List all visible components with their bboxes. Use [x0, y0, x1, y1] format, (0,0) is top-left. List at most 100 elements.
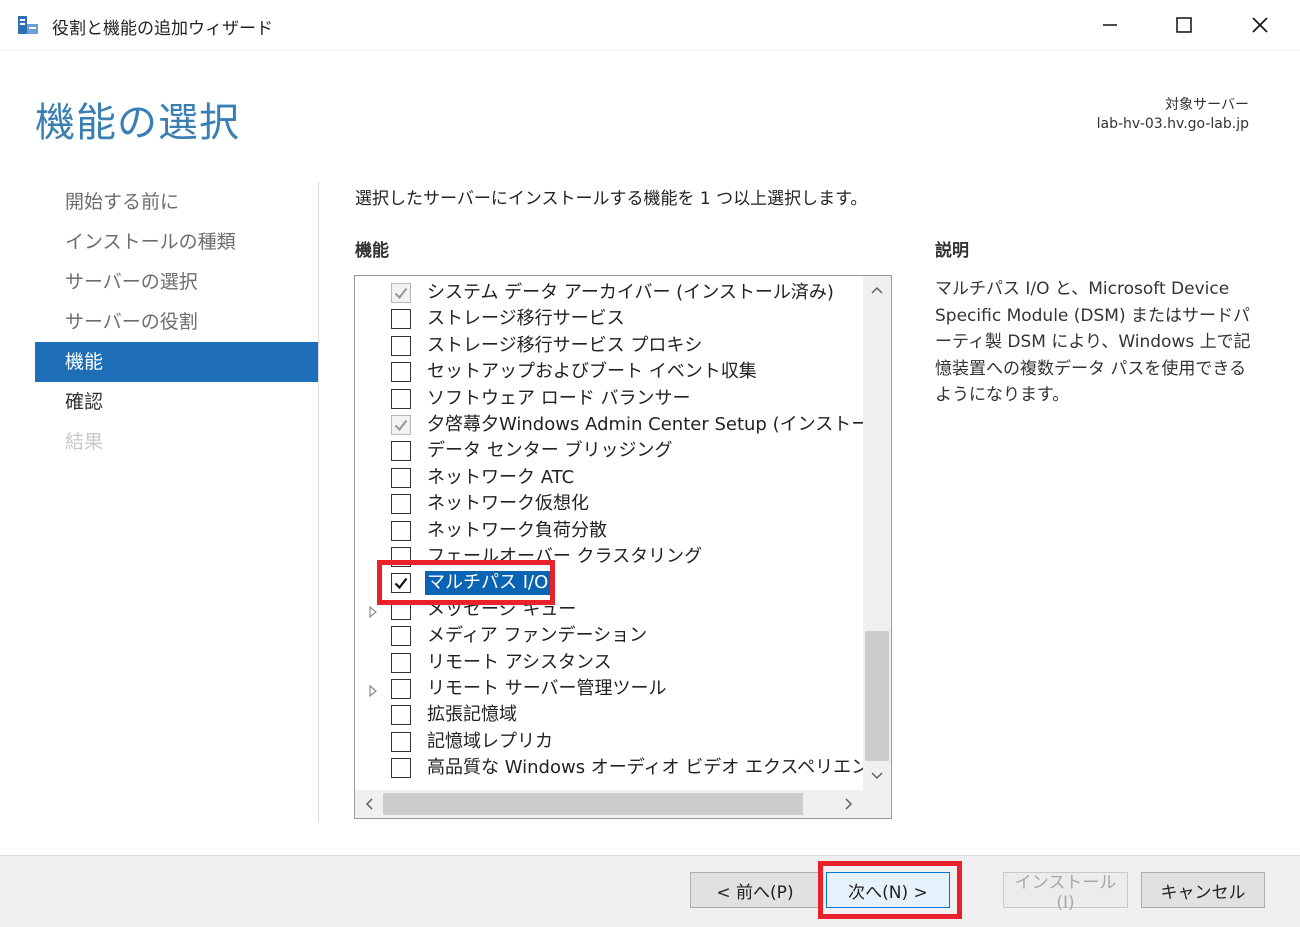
nav-item-results: 結果: [35, 422, 318, 462]
nav-item-label: サーバーの役割: [65, 311, 198, 333]
feature-label: メッセージ キュー: [427, 598, 577, 620]
feature-label: 記憶域レプリカ: [427, 730, 553, 752]
page-title: 機能の選択: [35, 100, 240, 146]
feature-checkbox[interactable]: [391, 547, 411, 567]
nav-item-label: サーバーの選択: [65, 271, 198, 293]
cancel-button[interactable]: キャンセル: [1141, 872, 1265, 908]
feature-row[interactable]: マルチパス I/O: [355, 570, 863, 596]
feature-checkbox[interactable]: [391, 731, 411, 752]
features-list[interactable]: システム データ アーカイバー (インストール済み) ストレージ移行サービスストレ…: [354, 275, 892, 819]
feature-checkbox[interactable]: [391, 362, 411, 383]
feature-checkbox[interactable]: [391, 309, 411, 330]
feature-checkbox: [391, 283, 411, 303]
feature-row[interactable]: 夕啓蕁夕Windows Admin Center Setup (インストール済: [355, 412, 863, 438]
feature-checkbox[interactable]: [391, 441, 411, 462]
server-manager-icon: [16, 13, 40, 37]
feature-row[interactable]: ストレージ移行サービス プロキシ: [355, 333, 863, 359]
feature-checkbox: [391, 415, 411, 435]
feature-row[interactable]: セットアップおよびブート イベント収集: [355, 359, 863, 385]
maximize-button[interactable]: [1166, 8, 1202, 42]
scroll-left-arrow-icon[interactable]: [355, 790, 383, 818]
nav-item-label: 機能: [65, 351, 104, 373]
feature-row[interactable]: ソフトウェア ロード バランサー: [355, 386, 863, 412]
nav-item-server-selection[interactable]: サーバーの選択: [35, 262, 318, 302]
feature-label: 夕啓蕁夕Windows Admin Center Setup (インストール済: [427, 414, 863, 435]
feature-row[interactable]: メディア ファンデーション: [355, 623, 863, 649]
feature-row[interactable]: ストレージ移行サービス: [355, 306, 863, 332]
vertical-scroll-thumb[interactable]: [865, 631, 889, 761]
nav-item-label: 結果: [65, 431, 104, 453]
previous-button[interactable]: < 前へ(P): [690, 872, 820, 908]
feature-row[interactable]: システム データ アーカイバー (インストール済み): [355, 280, 863, 306]
scrollbar-corner: [863, 790, 891, 818]
feature-label: ネットワーク ATC: [427, 466, 575, 488]
feature-label: ストレージ移行サービス プロキシ: [427, 334, 703, 356]
title-bar: 役割と機能の追加ウィザード: [0, 0, 1300, 51]
feature-row[interactable]: メッセージ キュー: [355, 597, 863, 623]
feature-label: マルチパス I/O: [425, 571, 551, 596]
nav-item-label: インストールの種類: [65, 231, 236, 253]
feature-row[interactable]: リモート サーバー管理ツール: [355, 676, 863, 702]
checkmark-icon: [394, 419, 408, 432]
feature-row[interactable]: 記憶域レプリカ: [355, 729, 863, 755]
feature-checkbox[interactable]: [391, 652, 411, 673]
feature-label: ネットワーク負荷分散: [427, 519, 607, 541]
feature-checkbox[interactable]: [391, 520, 411, 541]
description-heading: 説明: [935, 241, 969, 261]
features-heading: 機能: [355, 241, 389, 261]
feature-checkbox[interactable]: [391, 388, 411, 409]
expand-arrow-icon[interactable]: [369, 603, 377, 619]
feature-checkbox[interactable]: [391, 573, 411, 594]
feature-row[interactable]: 高品質な Windows オーディオ ビデオ エクスペリエンス: [355, 755, 863, 781]
feature-checkbox[interactable]: [391, 335, 411, 356]
instruction-text: 選択したサーバーにインストールする機能を 1 つ以上選択します。: [355, 189, 868, 209]
feature-row[interactable]: フェールオーバー クラスタリング: [355, 544, 863, 570]
window-title: 役割と機能の追加ウィザード: [52, 19, 273, 39]
nav-item-features[interactable]: 機能: [35, 342, 318, 382]
feature-row[interactable]: ネットワーク負荷分散: [355, 518, 863, 544]
nav-item-before-you-begin[interactable]: 開始する前に: [35, 182, 318, 222]
horizontal-scroll-thumb[interactable]: [383, 793, 803, 815]
feature-row[interactable]: 拡張記憶域: [355, 702, 863, 728]
checkmark-icon: [394, 578, 408, 590]
feature-row[interactable]: リモート アシスタンス: [355, 650, 863, 676]
description-text: マルチパス I/O と、Microsoft Device Specific Mo…: [935, 279, 1251, 405]
target-server-value: lab-hv-03.hv.go-lab.jp: [1096, 116, 1249, 132]
feature-row[interactable]: ネットワーク ATC: [355, 465, 863, 491]
feature-row[interactable]: データ センター ブリッジング: [355, 438, 863, 464]
feature-label: リモート アシスタンス: [427, 651, 612, 673]
checkmark-icon: [394, 287, 408, 300]
feature-label: ストレージ移行サービス: [427, 308, 625, 330]
feature-checkbox[interactable]: [391, 705, 411, 726]
nav-item-confirmation[interactable]: 確認: [35, 382, 318, 422]
nav-item-installation-type[interactable]: インストールの種類: [35, 222, 318, 262]
nav-item-server-roles[interactable]: サーバーの役割: [35, 302, 318, 342]
minimize-button[interactable]: [1092, 8, 1128, 42]
feature-label: メディア ファンデーション: [427, 625, 648, 647]
feature-label: セットアップおよびブート イベント収集: [427, 361, 757, 383]
feature-checkbox[interactable]: [391, 679, 411, 699]
feature-row[interactable]: ネットワーク仮想化: [355, 491, 863, 517]
feature-checkbox[interactable]: [391, 599, 411, 620]
feature-label: 高品質な Windows オーディオ ビデオ エクスペリエンス: [427, 757, 863, 779]
horizontal-scrollbar[interactable]: [355, 790, 863, 818]
feature-checkbox[interactable]: [391, 467, 411, 488]
wizard-nav: 開始する前に インストールの種類 サーバーの選択 サーバーの役割 機能 確認 結…: [35, 182, 318, 462]
feature-label: ソフトウェア ロード バランサー: [427, 387, 691, 409]
expand-arrow-icon[interactable]: [369, 682, 377, 698]
feature-checkbox[interactable]: [391, 494, 411, 515]
nav-item-label: 確認: [65, 391, 104, 413]
feature-checkbox[interactable]: [391, 758, 411, 779]
feature-label: リモート サーバー管理ツール: [427, 678, 667, 699]
feature-checkbox[interactable]: [391, 626, 411, 647]
next-button[interactable]: 次へ(N) >: [826, 872, 950, 908]
vertical-scrollbar[interactable]: [863, 276, 891, 790]
scroll-down-arrow-icon[interactable]: [863, 762, 891, 790]
scroll-up-arrow-icon[interactable]: [863, 276, 891, 304]
features-list-rows: システム データ アーカイバー (インストール済み) ストレージ移行サービスストレ…: [355, 280, 863, 790]
scroll-right-arrow-icon[interactable]: [835, 790, 863, 818]
close-button[interactable]: [1242, 8, 1278, 42]
feature-label: 拡張記憶域: [427, 704, 517, 726]
install-button: インストール(I): [1003, 872, 1128, 913]
feature-label: ネットワーク仮想化: [427, 493, 589, 515]
